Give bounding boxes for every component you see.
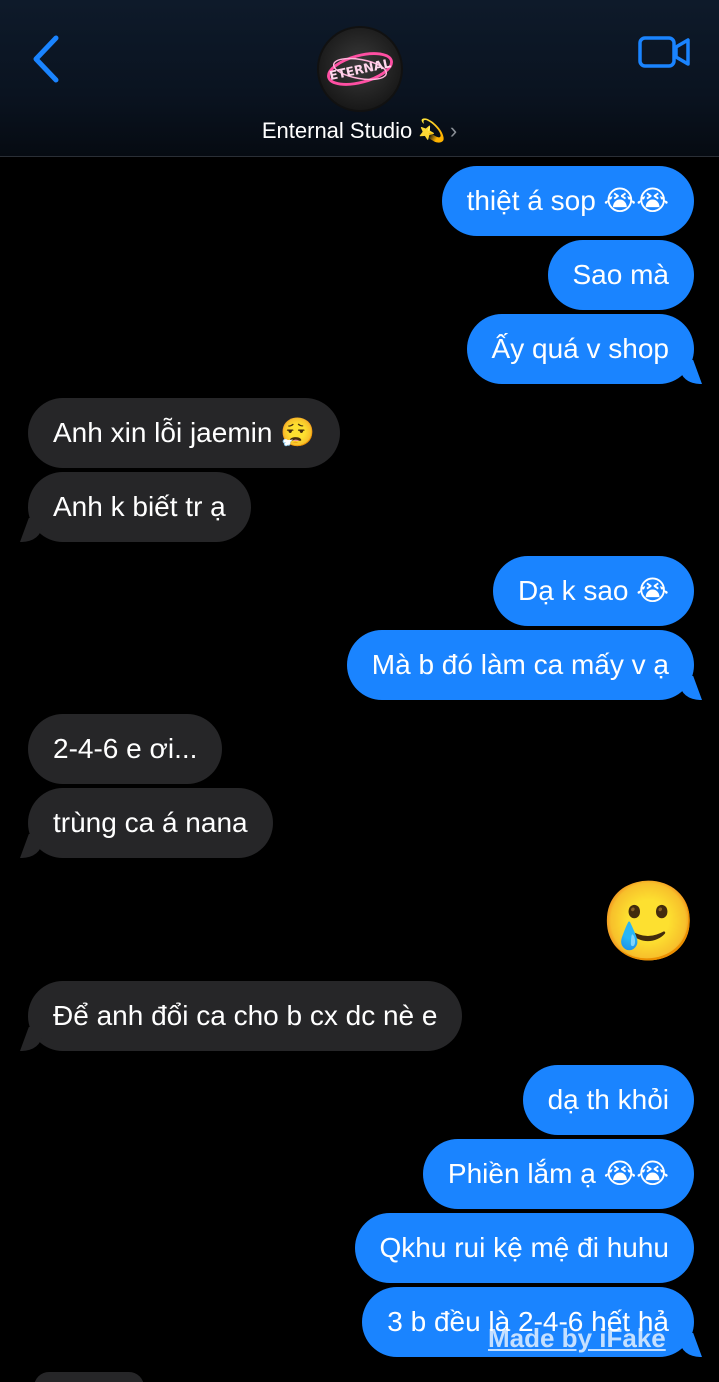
- message-bubble-incoming[interactable]: 2-4-6 e ơi...: [28, 714, 223, 784]
- message-bubble-outgoing[interactable]: Sao mà: [547, 240, 694, 310]
- conversation-header: ETERNAL Enternal Studio 💫 ›: [0, 0, 719, 157]
- contact-name-label: Enternal Studio 💫: [261, 118, 446, 143]
- message-bubble-outgoing[interactable]: Mà b đó làm ca mấy v ạ: [346, 630, 694, 700]
- message-bubble-outgoing[interactable]: Ấy quá v shop: [466, 314, 694, 384]
- contact-avatar[interactable]: ETERNAL: [317, 26, 403, 112]
- message-bubble-outgoing[interactable]: thiệt á sop 😭😭: [441, 166, 694, 236]
- message-thread[interactable]: thiệt á sop 😭😭 Sao mà Ấy quá v shop Anh …: [0, 157, 719, 1382]
- studio-logo-icon: ETERNAL: [327, 52, 393, 86]
- message-bubble-incoming[interactable]: Anh k biết tr ạ: [28, 472, 251, 542]
- message-bubble-outgoing[interactable]: dạ th khỏi: [522, 1065, 694, 1135]
- watermark: Made by iFake: [488, 1323, 666, 1353]
- emoji-message-smiling-tear[interactable]: 🥲: [600, 875, 697, 967]
- chevron-right-icon: ›: [449, 118, 458, 143]
- contact-name[interactable]: Enternal Studio 💫 ›: [0, 118, 719, 144]
- message-bubble-incoming[interactable]: Anh xin lỗi jaemin 😮‍💨: [28, 398, 341, 468]
- message-bubble-outgoing[interactable]: Dạ k sao 😭: [493, 556, 694, 626]
- message-bubble-incoming[interactable]: trùng ca á nana: [28, 788, 273, 858]
- message-bubble-outgoing[interactable]: Phiền lắm ạ 😭😭: [422, 1139, 694, 1209]
- message-bubble-incoming[interactable]: Để anh đổi ca cho b cx dc nè e: [28, 981, 463, 1051]
- back-chevron-icon[interactable]: [28, 34, 64, 84]
- video-camera-icon[interactable]: [638, 34, 690, 70]
- message-bubble-outgoing[interactable]: Qkhu rui kệ mệ đi huhu: [354, 1213, 694, 1283]
- partial-incoming-bubble: [34, 1372, 144, 1382]
